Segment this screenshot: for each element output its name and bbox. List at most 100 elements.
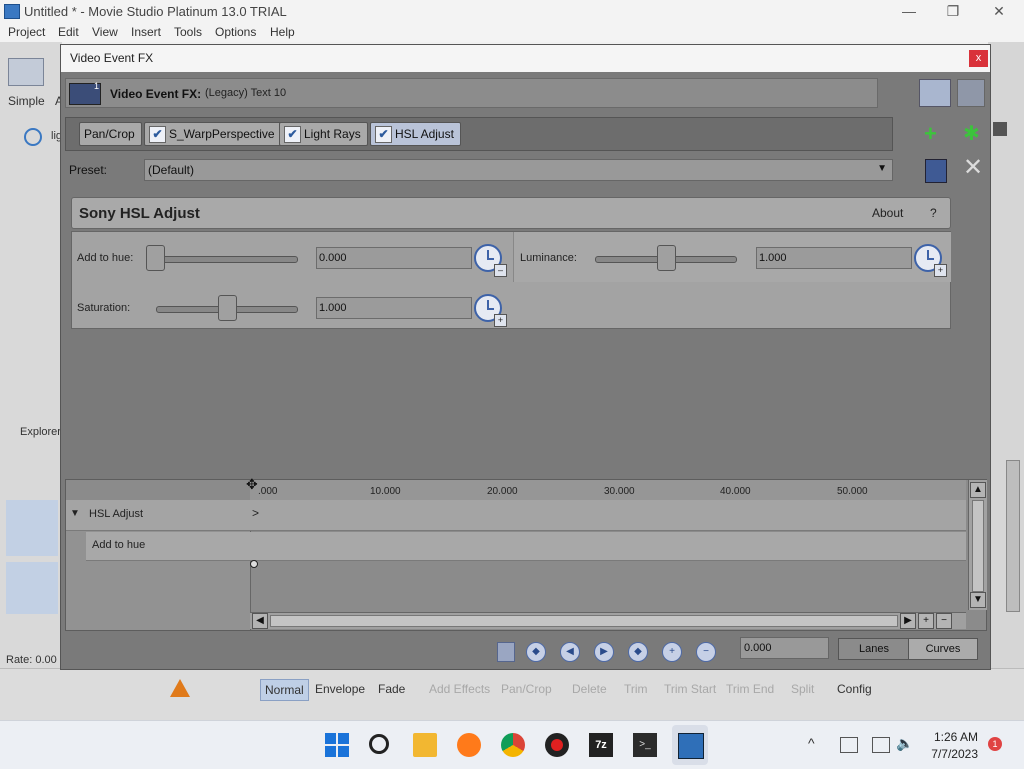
windows-start-icon[interactable] [325, 733, 349, 757]
delete-keyframe-button[interactable]: − [696, 642, 716, 662]
menu-view[interactable]: View [92, 25, 118, 39]
ruler-tick: 30.000 [604, 486, 635, 497]
luminance-value[interactable]: 1.000 [756, 247, 912, 269]
menu-insert[interactable]: Insert [131, 25, 161, 39]
menu-edit[interactable]: Edit [58, 25, 79, 39]
track-row-hsl-adjust[interactable]: ▼ HSL Adjust > [66, 500, 966, 531]
volume-icon[interactable]: 🔈 [896, 735, 913, 752]
timeline-ruler[interactable]: .000 10.000 20.000 30.000 40.000 50.000 [250, 480, 966, 501]
menu-project[interactable]: Project [8, 25, 45, 39]
dialog-close-button[interactable]: x [969, 50, 988, 67]
sync-cursor-icon[interactable] [497, 642, 515, 662]
scroll-up-button[interactable]: ▲ [970, 482, 986, 498]
luminance-keyframe-icon[interactable]: + [914, 244, 947, 277]
add-to-hue-value[interactable]: 0.000 [316, 247, 472, 269]
timeline-horizontal-scrollbar[interactable]: ◀ ▶ + − [250, 612, 966, 629]
add-fx-plus-icon[interactable]: + [924, 123, 937, 145]
cursor-time-field[interactable]: 0.000 [740, 637, 829, 659]
menu-bar: Project Edit View Insert Tools Options H… [0, 22, 1024, 42]
last-keyframe-button[interactable]: ◆ [628, 642, 648, 662]
chain-view-icon[interactable] [919, 79, 951, 107]
firefox-icon[interactable] [457, 733, 481, 757]
scroll-right-button[interactable]: ▶ [900, 613, 916, 629]
close-window-button[interactable]: ✕ [984, 2, 1014, 20]
save-preset-icon[interactable] [925, 159, 947, 183]
help-button[interactable]: ? [930, 206, 937, 220]
track-header-2[interactable] [6, 562, 58, 614]
clock-date[interactable]: 7/7/2023 [922, 747, 978, 761]
add-to-hue-slider[interactable] [156, 256, 298, 263]
tab-fade[interactable]: Fade [374, 679, 409, 699]
menu-help[interactable]: Help [270, 25, 295, 39]
delete-preset-icon[interactable]: ✕ [963, 155, 983, 181]
remove-fx-icon[interactable]: ✱ [963, 124, 980, 144]
param-row-add-to-hue[interactable]: Add to hue [86, 532, 966, 561]
collapse-triangle-icon[interactable]: ▼ [70, 508, 80, 519]
add-to-hue-label: Add to hue: [77, 252, 134, 264]
panel-icon[interactable] [993, 122, 1007, 136]
tab-normal[interactable]: Normal [260, 679, 309, 701]
curves-button[interactable]: Curves [908, 638, 978, 660]
saturation-slider-thumb[interactable] [218, 295, 237, 321]
window-titlebar: Untitled * - Movie Studio Platinum 13.0 … [0, 0, 1024, 22]
fx-count-badge: 1 [94, 81, 100, 91]
record-icon[interactable] [545, 733, 569, 757]
keyframe-marker-icon[interactable]: > [252, 506, 259, 520]
chain-item-s-warpperspective[interactable]: ✔ S_WarpPerspective [144, 122, 282, 146]
chain-item-hsl-adjust[interactable]: ✔ HSL Adjust [370, 122, 461, 146]
background-scrollbar[interactable] [1006, 460, 1020, 612]
explorer-tab[interactable]: Explorer [20, 426, 61, 438]
chain-item-pan-crop[interactable]: Pan/Crop [79, 122, 142, 146]
chrome-icon[interactable] [501, 733, 525, 757]
display-icon[interactable] [872, 737, 890, 753]
layout-icon[interactable] [8, 58, 44, 86]
checkbox-icon[interactable]: ✔ [149, 126, 166, 143]
zoom-in-button[interactable]: + [918, 613, 934, 629]
lanes-button[interactable]: Lanes [838, 638, 910, 660]
clock-time[interactable]: 1:26 AM [922, 730, 978, 744]
split-view-icon[interactable] [957, 79, 985, 107]
checkbox-icon[interactable]: ✔ [375, 126, 392, 143]
add-keyframe-button[interactable]: + [662, 642, 682, 662]
scroll-thumb[interactable] [972, 500, 984, 592]
7zip-icon[interactable]: 7z [589, 733, 613, 757]
network-icon[interactable] [840, 737, 858, 753]
track-header-1[interactable] [6, 500, 58, 556]
notification-badge[interactable]: 1 [988, 737, 1002, 751]
prev-keyframe-button[interactable]: ◀ [560, 642, 580, 662]
preset-value: (Default) [148, 163, 195, 177]
scroll-left-button[interactable]: ◀ [252, 613, 268, 629]
checkbox-icon[interactable]: ✔ [284, 126, 301, 143]
about-button[interactable]: About [872, 206, 903, 220]
saturation-keyframe-icon[interactable]: + [474, 294, 507, 327]
ruler-tick: 40.000 [720, 486, 751, 497]
menu-tools[interactable]: Tools [174, 25, 202, 39]
zoom-out-button[interactable]: − [936, 613, 952, 629]
ruler-tick: 50.000 [837, 486, 868, 497]
minimize-button[interactable]: — [894, 2, 924, 20]
timeline-vertical-scrollbar[interactable]: ▲ ▼ [968, 480, 987, 610]
rate-label: Rate: 0.00 [6, 654, 57, 666]
search-icon[interactable] [24, 128, 42, 146]
keyframe-point-icon[interactable] [250, 560, 258, 568]
tab-config[interactable]: Config [833, 679, 876, 699]
luminance-slider-thumb[interactable] [657, 245, 676, 271]
cursor-move-icon[interactable]: ✥ [246, 476, 258, 493]
preset-dropdown[interactable]: (Default) ▼ [144, 159, 893, 181]
chain-item-light-rays[interactable]: ✔ Light Rays [279, 122, 368, 146]
saturation-value[interactable]: 1.000 [316, 297, 472, 319]
movie-studio-icon[interactable] [678, 733, 704, 759]
add-to-hue-keyframe-icon[interactable]: – [474, 244, 507, 277]
menu-options[interactable]: Options [215, 25, 256, 39]
next-keyframe-button[interactable]: ▶ [594, 642, 614, 662]
maximize-button[interactable]: ❐ [938, 2, 968, 20]
terminal-icon[interactable]: >_ [633, 733, 657, 757]
search-icon[interactable] [369, 734, 389, 754]
tray-chevron-icon[interactable]: ^ [808, 735, 815, 751]
first-keyframe-button[interactable]: ◆ [526, 642, 546, 662]
file-explorer-icon[interactable] [413, 733, 437, 757]
scroll-down-button[interactable]: ▼ [970, 592, 986, 608]
add-to-hue-slider-thumb[interactable] [146, 245, 165, 271]
tab-envelope[interactable]: Envelope [311, 679, 369, 699]
hscroll-thumb[interactable] [270, 615, 898, 627]
